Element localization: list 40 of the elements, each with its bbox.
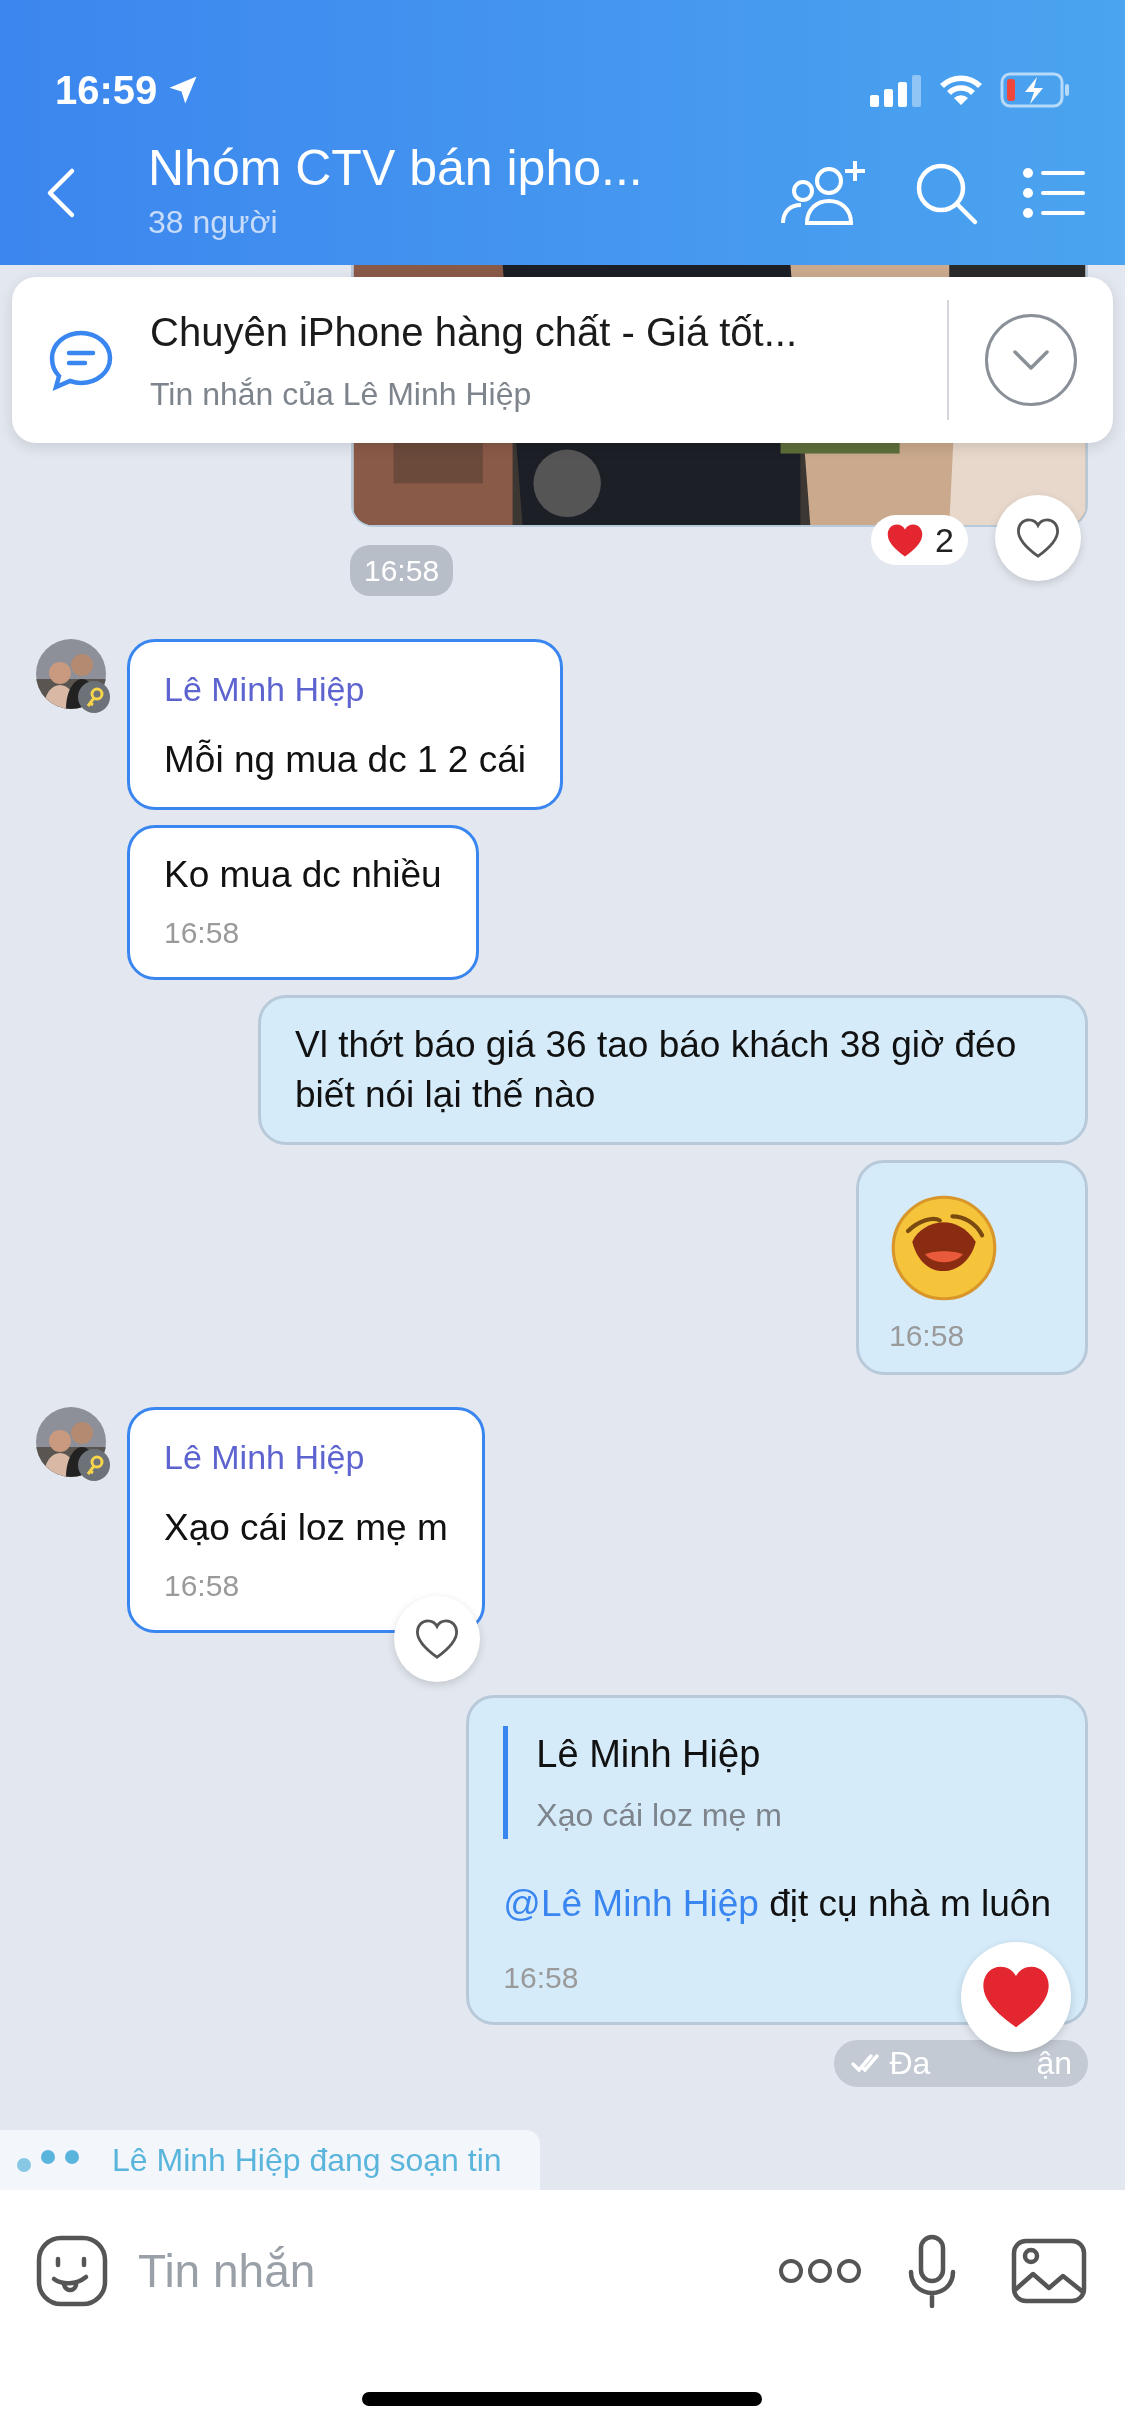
message-time: 16:58 (164, 914, 240, 951)
pinned-message-card[interactable]: Chuyên iPhone hàng chất - Giá tốt... Tin nhắn của Lê Minh Hiệp (12, 277, 1113, 443)
message-time: 16:58 (164, 1567, 240, 1604)
message-text: Xạo cái loz mẹ m (164, 1505, 448, 1550)
sender-name: Lê Minh Hiệp (164, 669, 366, 710)
message-text: Mỗi ng mua dc 1 2 cái (164, 738, 526, 782)
admin-key-icon (78, 681, 110, 713)
heart-outline-icon (1015, 517, 1061, 559)
typing-text: Lê Minh Hiệp đang soạn tin (112, 2141, 502, 2180)
image-button[interactable] (1011, 2238, 1087, 2304)
more-button[interactable] (779, 2258, 861, 2284)
double-check-icon (849, 2052, 880, 2075)
microphone-button[interactable] (907, 2234, 957, 2308)
delivery-status-text: ận (1036, 2044, 1072, 2084)
message-text: @Lê Minh Hiệp địt cụ nhà m luôn (503, 1881, 1051, 1926)
quoted-text: Xạo cái loz mẹ m (536, 1795, 783, 1835)
chevron-down-icon (1011, 348, 1051, 372)
pinned-message-text: Chuyên iPhone hàng chất - Giá tốt... (150, 309, 798, 356)
like-button[interactable] (995, 495, 1081, 581)
emoji-button[interactable] (36, 2235, 108, 2307)
quoted-sender: Lê Minh Hiệp (536, 1731, 762, 1777)
chat-bubble-icon (48, 329, 114, 391)
status-time: 16:59 (55, 67, 158, 114)
message-text: Ko mua dc nhiều (164, 852, 442, 897)
message-input[interactable]: Tin nhắn (138, 2236, 749, 2306)
like-button[interactable] (393, 1595, 480, 1682)
wifi-icon (938, 73, 984, 107)
signal-icon (870, 73, 922, 107)
time-label: 16:58 (350, 545, 454, 596)
heart-outline-icon (413, 1617, 460, 1660)
battery-icon (1000, 72, 1070, 108)
message-time: 16:58 (889, 1317, 965, 1354)
group-title: Nhóm CTV bán ipho... (148, 140, 643, 198)
message-time: 16:58 (503, 1959, 579, 1996)
reaction-number: 2 (935, 519, 954, 561)
pinned-message-sender: Tin nhắn của Lê Minh Hiệp (150, 375, 533, 414)
member-count: 38 người (148, 202, 279, 242)
sender-name: Lê Minh Hiệp (164, 1436, 366, 1478)
message-text: Vl thớt báo giá 36 tao báo khách 38 giờ đéo biết nói lại thế nào (295, 1022, 1018, 1117)
delivery-status-text: Đa (889, 2044, 931, 2084)
